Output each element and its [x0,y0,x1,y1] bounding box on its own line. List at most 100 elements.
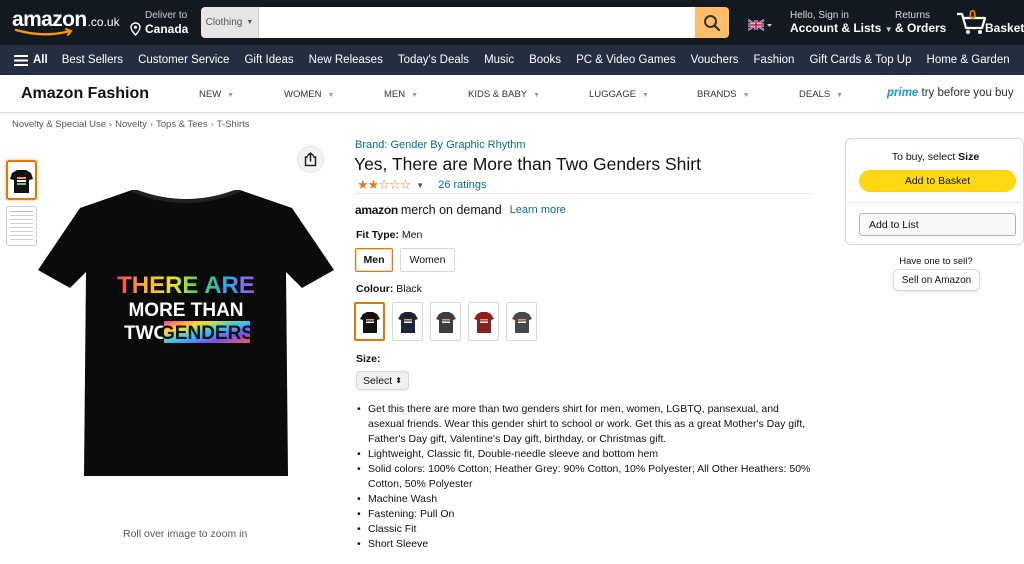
breadcrumb-item[interactable]: Novelty & Special Use [12,119,106,130]
shirt-print-line-4: GENDERS [160,323,254,344]
chevron-down-icon: ▼ [227,92,235,99]
colour-swatch-dark-heather[interactable] [430,302,461,341]
subnav-item-books[interactable]: Books [529,54,561,66]
search-category-dropdown[interactable]: Clothing ▼ [201,7,259,38]
colour-swatch-grey[interactable] [506,302,537,341]
learn-more-link[interactable]: Learn more [510,204,566,216]
to-buy-prefix: To buy, select [891,151,956,163]
fit-type-label: Fit Type: Men [356,229,422,241]
add-to-list-button[interactable]: Add to List [859,213,1016,236]
subnav-item-best-sellers[interactable]: Best Sellers [62,54,123,66]
subnav-item-gift-ideas[interactable]: Gift Ideas [244,54,293,66]
colour-label: Colour: Black [356,283,422,295]
subnav-item-music[interactable]: Music [484,54,514,66]
merch-on-demand-badge: amazon merch on demand Learn more [355,203,566,217]
fashion-nav-label: LUGGAGE [589,89,636,100]
subnav-item-customer-service[interactable]: Customer Service [138,54,229,66]
shirt-thumbnail-icon [10,170,33,193]
location-pin-icon [130,22,141,36]
fashion-nav-men[interactable]: MEN ▼ [384,89,418,100]
colour-swatch-red[interactable] [468,302,499,341]
colour-swatch-black[interactable] [354,302,385,341]
subnav-item-todays-deals[interactable]: Today's Deals [398,54,469,66]
deliver-label: Deliver to [145,10,188,21]
zoom-hint: Roll over image to zoom in [123,528,248,540]
prime-try-before-you-buy[interactable]: prime try before you buy [887,87,1014,99]
sell-on-amazon-button[interactable]: Sell on Amazon [893,269,980,291]
account-greeting: Hello, Sign in [790,10,849,21]
fashion-nav-luggage[interactable]: LUGGAGE ▼ [589,89,649,100]
size-select-label: Select [363,374,393,387]
colour-swatch-navy[interactable] [392,302,423,341]
fashion-nav-brands[interactable]: BRANDS ▼ [697,89,750,100]
product-main-image[interactable]: THERE ARE MORE THAN TWO GENDERS [36,190,336,480]
fashion-nav-new[interactable]: NEW ▼ [199,89,234,100]
subnav-item-gift-cards[interactable]: Gift Cards & Top Up [809,54,911,66]
basket[interactable]: 0 Basket [955,7,1024,38]
fit-option-women[interactable]: Women [400,248,455,272]
chevron-down-icon: ▼ [884,25,893,34]
search-input[interactable] [259,7,695,38]
account-and-lists[interactable]: Hello, Sign in Account & Lists ▼ [790,10,893,35]
size-select-dropdown[interactable]: Select ⬍ [356,371,409,390]
fashion-nav-label: KIDS & BABY [468,89,528,100]
fashion-store-title[interactable]: Amazon Fashion [21,85,149,103]
subnav-item-pc-video-games[interactable]: PC & Video Games [576,54,676,66]
list-item: Solid colors: 100% Cotton; Heather Grey:… [354,462,814,492]
top-nav-bar: amazon.co.uk Deliver to Canada Clothing … [0,0,1024,45]
chevron-right-icon: › [149,119,154,130]
have-one-to-sell: Have one to sell? [899,256,973,267]
breadcrumb-item[interactable]: Tops & Tees [156,119,208,130]
breadcrumb-item[interactable]: T-Shirts [217,119,250,130]
colour-heading: Colour: [356,283,394,295]
fashion-nav-women[interactable]: WOMEN ▼ [284,89,334,100]
fashion-nav-label: DEALS [799,89,831,100]
image-thumbnail-size-chart[interactable] [6,206,37,246]
to-buy-size: Size [958,151,980,163]
add-to-basket-button[interactable]: Add to Basket [859,170,1016,192]
chevron-right-icon: › [210,119,214,130]
chevron-down-icon: ▼ [411,92,419,99]
list-item: Get this there are more than two genders… [354,402,814,447]
chevron-down-icon: ▼ [246,19,254,26]
chevron-down-icon: ▼ [742,92,750,99]
chevron-right-icon: › [108,119,113,130]
list-item: Fastening: Pull On [354,507,814,522]
chevron-down-icon: ▼ [642,92,649,99]
ratings-count-link[interactable]: 26 ratings [438,179,486,191]
product-title: Yes, There are More than Two Genders Shi… [354,154,701,174]
fashion-nav-kids-baby[interactable]: KIDS & BABY ▼ [468,89,540,100]
merch-amazon-word: amazon [355,203,398,217]
subnav-item-new-releases[interactable]: New Releases [309,54,383,66]
subnav-item-vouchers[interactable]: Vouchers [691,54,739,66]
product-feature-bullets: Get this there are more than two genders… [354,402,814,552]
subnav-item-home-garden[interactable]: Home & Garden [927,54,1010,66]
image-thumbnail-main[interactable] [6,160,37,200]
breadcrumb: Novelty & Special Use › Novelty › Tops & Tee… [12,119,250,130]
brand-link[interactable]: Brand: Gender By Graphic Rhythm [355,139,526,151]
fit-type-value: Men [401,229,423,241]
size-heading: Size: [356,353,381,365]
fit-option-men[interactable]: Men [355,248,393,272]
prime-rest: try before you buy [921,87,1014,99]
logo-tld: .co.uk [87,15,120,29]
search-button[interactable] [695,7,729,38]
breadcrumb-item[interactable]: Novelty [115,119,147,130]
amazon-logo[interactable]: amazon.co.uk [12,8,122,38]
subnav-item-fashion[interactable]: Fashion [754,54,795,66]
share-button[interactable] [297,146,324,173]
fashion-nav-deals[interactable]: DEALS ▼ [799,89,843,100]
all-menu-label: All [33,54,48,66]
returns-and-orders[interactable]: Returns & Orders [895,10,946,35]
all-menu-button[interactable]: All [14,54,48,66]
star-rating[interactable]: ★★☆☆☆ [357,177,411,193]
fashion-store-header: Amazon Fashion NEW ▼ WOMEN ▼ MEN ▼ KIDS & B… [0,75,1024,113]
search-icon [704,14,721,31]
stars-filled: ★★ [357,177,379,192]
to-buy-hint: To buy, select Size [846,151,1024,163]
chevron-down-icon[interactable]: ▼ [416,181,424,190]
shirt-swatch-icon [359,311,380,333]
language-selector[interactable] [747,18,774,32]
colour-value: Black [396,283,422,295]
list-item: Machine Wash [354,492,814,507]
